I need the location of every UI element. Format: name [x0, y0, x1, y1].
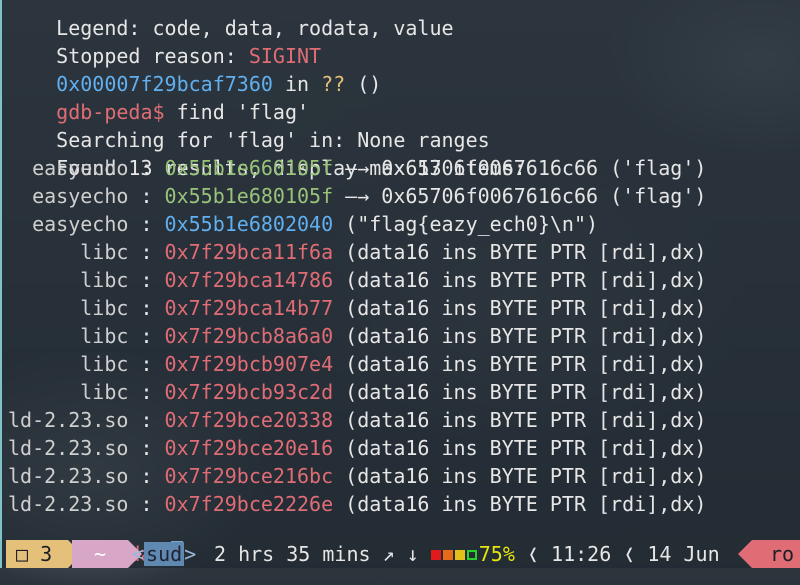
result-region: easyecho: [8, 184, 129, 208]
result-address: 0x7f29bce2226e: [164, 492, 334, 516]
result-value: —→ 0x65706f0067616c66 ('flag'): [333, 156, 707, 180]
result-row: libc : 0x7f29bcb907e4 (data16 ins BYTE P…: [8, 350, 706, 378]
result-address: 0x7f29bcb8a6a0: [164, 324, 334, 348]
result-row: ld-2.23.so : 0x7f29bce20338 (data16 ins …: [8, 406, 706, 434]
frame-line: 0x00007f29bcaf7360 in ?? (): [8, 42, 381, 96]
result-row: easyecho : 0x55b1e680105f —→ 0x65706f006…: [8, 182, 706, 210]
sud-label: sud: [144, 542, 185, 566]
frame-function: ??: [321, 72, 346, 96]
system-info-segment: 2 hrs 35 mins ↗ ↓ 75% ❬ 11:26 ❬ 14 Jun: [214, 540, 720, 568]
result-row: libc : 0x7f29bca14b77 (data16 ins BYTE P…: [8, 294, 706, 322]
result-separator: :: [128, 436, 165, 460]
directory-text: ~: [93, 542, 107, 566]
result-value: —→ 0x65706f0067616c66 ('flag'): [333, 184, 707, 208]
result-region: easyecho: [8, 156, 129, 180]
result-separator: :: [128, 324, 165, 348]
result-row: libc : 0x7f29bca14786 (data16 ins BYTE P…: [8, 266, 706, 294]
powerline-arrow-left-icon: [738, 540, 752, 568]
tail-text: ro: [770, 542, 795, 566]
battery-square: [466, 550, 477, 560]
status-bar: □ 3 ~ < sud > 2 hrs 35 mins ↗ ↓ 75% ❬ 11:2…: [6, 540, 800, 568]
result-row: easyecho : 0x55b1e660105f —→ 0x65706f006…: [8, 154, 706, 182]
clock-time: 11:26: [551, 542, 612, 566]
sud-segment: < sud >: [132, 540, 197, 568]
result-value: (data16 ins BYTE PTR [rdi],dx): [333, 436, 707, 460]
result-address: 0x7f29bcb907e4: [164, 352, 334, 376]
result-row: libc : 0x7f29bca11f6a (data16 ins BYTE P…: [8, 238, 706, 266]
result-address: 0x55b1e680105f: [164, 184, 334, 208]
separator-chevron-icon: ❬: [623, 542, 636, 566]
tail-segment: ro: [738, 540, 800, 568]
result-region: libc: [8, 240, 129, 264]
result-row: easyecho : 0x55b1e6802040 ("flag{eazy_ec…: [8, 210, 598, 238]
result-row: ld-2.23.so : 0x7f29bce20e16 (data16 ins …: [8, 434, 706, 462]
sud-right-bracket: >: [184, 542, 197, 566]
result-region: ld-2.23.so: [8, 436, 129, 460]
result-separator: :: [128, 240, 165, 264]
frame-args: (): [345, 72, 382, 96]
result-value: (data16 ins BYTE PTR [rdi],dx): [333, 352, 707, 376]
result-separator: :: [128, 464, 165, 488]
uptime-text: 2 hrs 35 mins: [214, 542, 371, 566]
result-separator: :: [128, 156, 165, 180]
result-separator: :: [128, 268, 165, 292]
terminal-window[interactable]: Legend: code, data, rodata, value Stoppe…: [0, 0, 800, 568]
workspace-segment[interactable]: □ 3: [6, 540, 82, 568]
result-value: (data16 ins BYTE PTR [rdi],dx): [333, 268, 707, 292]
result-address: 0x7f29bcb93c2d: [164, 380, 334, 404]
command-line: gdb-peda$ find 'flag': [8, 70, 309, 124]
result-region: ld-2.23.so: [8, 464, 129, 488]
result-region: libc: [8, 296, 129, 320]
result-address: 0x7f29bce20e16: [164, 436, 334, 460]
result-address: 0x7f29bce216bc: [164, 464, 334, 488]
workspace-square-icon: □: [16, 542, 29, 566]
workspace-number: 3: [40, 542, 53, 566]
battery-squares-icon: [430, 542, 479, 566]
result-row: libc : 0x7f29bcb8a6a0 (data16 ins BYTE P…: [8, 322, 706, 350]
result-value: (data16 ins BYTE PTR [rdi],dx): [333, 324, 707, 348]
searching-line: Searching for 'flag' in: None ranges: [8, 98, 489, 152]
result-separator: :: [128, 380, 165, 404]
result-row: libc : 0x7f29bcb93c2d (data16 ins BYTE P…: [8, 378, 706, 406]
result-value: (data16 ins BYTE PTR [rdi],dx): [333, 464, 707, 488]
result-value: (data16 ins BYTE PTR [rdi],dx): [333, 240, 707, 264]
input-prompt-line[interactable]: gdb-peda$: [8, 512, 183, 566]
legend-line: Legend: code, data, rodata, value: [8, 0, 453, 40]
result-value: (data16 ins BYTE PTR [rdi],dx): [333, 492, 707, 516]
result-region: libc: [8, 324, 129, 348]
battery-square: [430, 550, 441, 560]
stopped-reason-line: Stopped reason: SIGINT: [8, 14, 321, 68]
result-region: libc: [8, 380, 129, 404]
battery-square: [454, 550, 465, 560]
found-line: Found 13 results, display max 13 items:: [8, 126, 526, 180]
battery-percent: 75%: [478, 542, 515, 566]
result-region: libc: [8, 352, 129, 376]
result-region: easyecho: [8, 212, 129, 236]
result-value: (data16 ins BYTE PTR [rdi],dx): [333, 408, 707, 432]
result-separator: :: [128, 296, 165, 320]
result-address: 0x55b1e6802040: [164, 212, 334, 236]
result-region: libc: [8, 268, 129, 292]
sud-left-bracket: <: [132, 542, 145, 566]
separator-chevron-icon: ❬: [526, 542, 539, 566]
result-row: ld-2.23.so : 0x7f29bce216bc (data16 ins …: [8, 462, 706, 490]
result-address: 0x7f29bce20338: [164, 408, 334, 432]
battery-square: [442, 550, 453, 560]
result-value: (data16 ins BYTE PTR [rdi],dx): [333, 380, 707, 404]
result-separator: :: [128, 352, 165, 376]
clock-date: 14 Jun: [647, 542, 720, 566]
result-separator: :: [128, 408, 165, 432]
result-region: ld-2.23.so: [8, 408, 129, 432]
directory-segment: ~: [72, 540, 142, 568]
result-address: 0x7f29bca14786: [164, 268, 334, 292]
result-value: ("flag{eazy_ech0}\n"): [333, 212, 599, 236]
result-separator: :: [128, 184, 165, 208]
result-value: (data16 ins BYTE PTR [rdi],dx): [333, 296, 707, 320]
result-address: 0x55b1e660105f: [164, 156, 334, 180]
result-separator: :: [128, 212, 165, 236]
result-address: 0x7f29bca11f6a: [164, 240, 334, 264]
result-address: 0x7f29bca14b77: [164, 296, 334, 320]
network-arrows-icon: ↗ ↓: [382, 542, 419, 566]
